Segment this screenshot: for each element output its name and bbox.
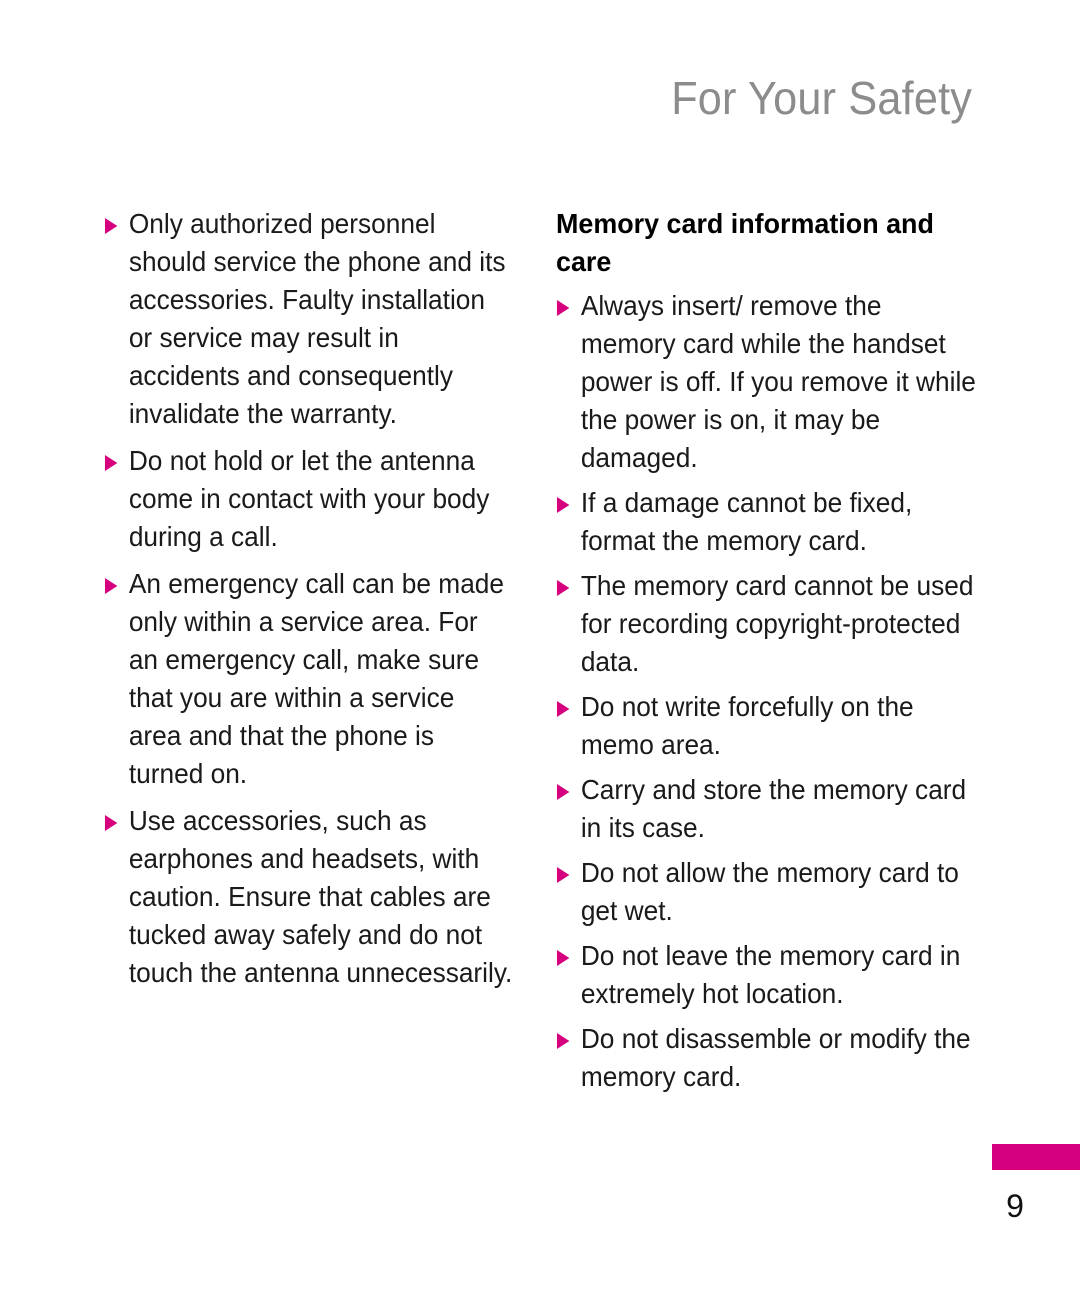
list-item: Do not leave the memory card in extremel…: [556, 937, 976, 1013]
list-item-text: Do not leave the memory card in extremel…: [580, 940, 961, 1009]
triangle-bullet-icon: [104, 455, 118, 471]
list-item: Do not write forcefully on the memo area…: [556, 688, 976, 764]
right-column-bullet-list: Always insert/ remove the memory card wh…: [556, 287, 996, 1096]
right-column: Memory card information and care Always …: [556, 205, 1080, 1103]
left-column-bullet-list: Only authorized personnel should service…: [104, 205, 532, 992]
edge-tab-marker: [992, 1144, 1080, 1170]
list-item: Always insert/ remove the memory card wh…: [556, 287, 976, 477]
list-item: An emergency call can be made only withi…: [104, 565, 513, 793]
page-header-title: For Your Safety: [671, 72, 972, 124]
list-item: Use accessories, such as earphones and h…: [104, 802, 513, 992]
list-item-text: Do not hold or let the antenna come in c…: [128, 445, 490, 552]
list-item-text: If a damage cannot be fixed, format the …: [580, 487, 913, 556]
triangle-bullet-icon: [556, 300, 570, 316]
manual-page: For Your Safety Only authorized personne…: [0, 0, 1080, 1298]
list-item-text: Do not allow the memory card to get wet.: [580, 857, 959, 926]
list-item-text: Only authorized personnel should service…: [128, 208, 506, 429]
triangle-bullet-icon: [104, 578, 118, 594]
triangle-bullet-icon: [556, 580, 570, 596]
triangle-bullet-icon: [104, 218, 118, 234]
list-item: Only authorized personnel should service…: [104, 205, 513, 433]
body-columns: Only authorized personnel should service…: [0, 205, 1080, 1103]
list-item: Do not allow the memory card to get wet.: [556, 854, 976, 930]
list-item: If a damage cannot be fixed, format the …: [556, 484, 976, 560]
list-item-text: The memory card cannot be used for recor…: [580, 570, 974, 677]
list-item-text: Carry and store the memory card in its c…: [580, 774, 967, 843]
triangle-bullet-icon: [556, 950, 570, 966]
list-item: Do not disassemble or modify the memory …: [556, 1020, 976, 1096]
section-heading-memory-card: Memory card information and care: [556, 208, 934, 277]
triangle-bullet-icon: [104, 815, 118, 831]
list-item-text: Use accessories, such as earphones and h…: [128, 805, 513, 988]
page-number: 9: [1006, 1188, 1024, 1224]
triangle-bullet-icon: [556, 784, 570, 800]
list-item-text: Do not disassemble or modify the memory …: [580, 1023, 971, 1092]
list-item-text: An emergency call can be made only withi…: [128, 568, 505, 789]
list-item: The memory card cannot be used for recor…: [556, 567, 976, 681]
triangle-bullet-icon: [556, 867, 570, 883]
triangle-bullet-icon: [556, 497, 570, 513]
list-item-text: Do not write forcefully on the memo area…: [580, 691, 914, 760]
triangle-bullet-icon: [556, 1033, 570, 1049]
list-item: Do not hold or let the antenna come in c…: [104, 442, 513, 556]
triangle-bullet-icon: [556, 701, 570, 717]
list-item-text: Always insert/ remove the memory card wh…: [580, 290, 976, 473]
list-item: Carry and store the memory card in its c…: [556, 771, 976, 847]
left-column: Only authorized personnel should service…: [0, 205, 556, 992]
